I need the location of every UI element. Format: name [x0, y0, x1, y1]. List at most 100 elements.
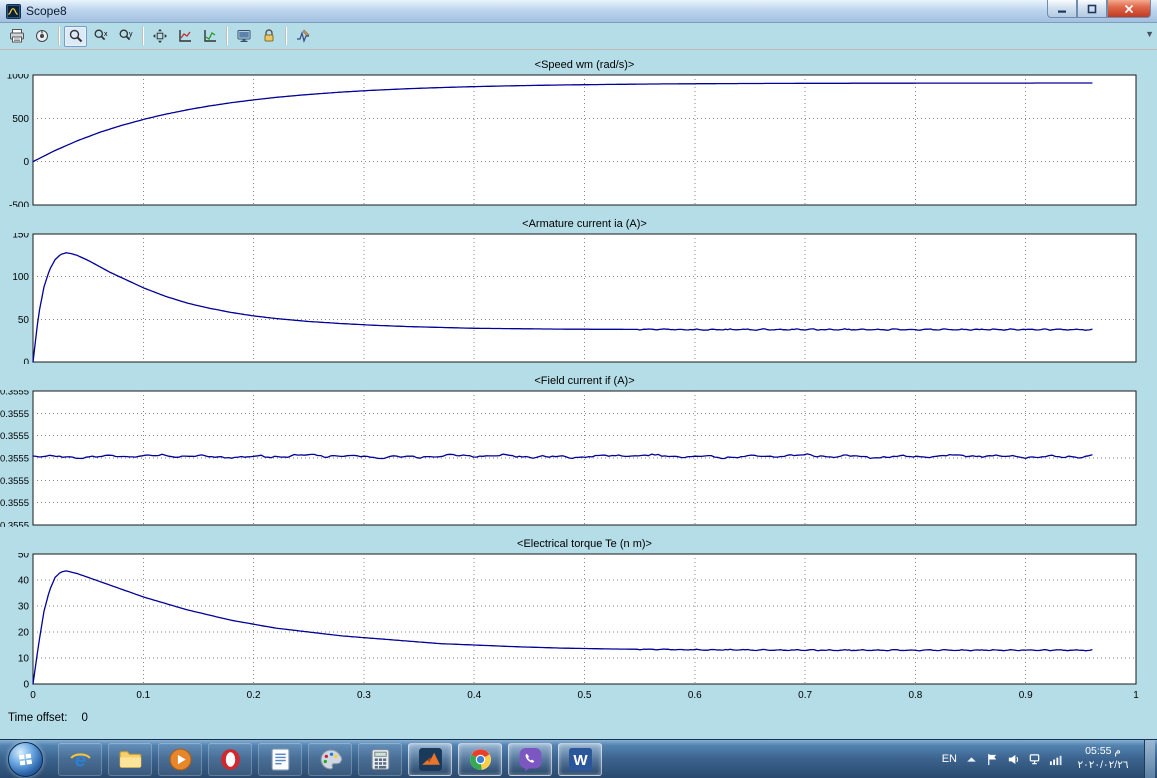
taskbar-item-calculator[interactable] [358, 742, 402, 776]
chrome-icon [468, 747, 493, 772]
plot-canvas[interactable]: 150 100 50 0 [0, 233, 1157, 364]
network-icon[interactable] [1049, 753, 1062, 766]
time-offset-row: Time offset: 0 [8, 712, 1157, 724]
matlab-icon [418, 747, 443, 772]
taskbar-item-viber[interactable] [508, 742, 552, 776]
internet-explorer-icon: e [68, 747, 93, 772]
restore-axes-icon [202, 28, 218, 44]
x-tick-label: 0.8 [908, 690, 922, 701]
svg-text:y: y [129, 31, 133, 38]
x-tick-label: 0.7 [798, 690, 812, 701]
maximize-button[interactable] [1077, 0, 1107, 18]
y-tick-label: 500 [12, 114, 29, 125]
y-tick-label: 0.3555 [0, 521, 29, 528]
svg-text:W: W [573, 752, 588, 769]
taskbar-item-internet-explorer[interactable]: e [58, 742, 102, 776]
zoom-x-icon: x [93, 28, 109, 44]
paint-icon [318, 747, 343, 772]
taskbar-item-media-player[interactable] [158, 742, 202, 776]
zoom-icon [68, 28, 84, 44]
media-player-icon [168, 747, 193, 772]
y-tick-label: 0.3555 [0, 498, 29, 509]
toolbar-separator [285, 27, 286, 45]
system-tray: EN 05:55 م ٢٠٢٠/٠٢/٢٦ [942, 740, 1157, 778]
y-tick-label: 100 [12, 272, 29, 283]
toolbar-zoom-y-button[interactable]: y [114, 26, 137, 47]
close-button[interactable] [1107, 0, 1151, 18]
zoom-y-icon: y [118, 28, 134, 44]
toolbar-zoom-button[interactable] [64, 25, 87, 47]
display-icon[interactable] [1028, 753, 1041, 766]
y-tick-label: 0 [23, 157, 29, 168]
floating-scope-icon [236, 28, 252, 44]
chart-1: <Speed wm (rad/s)> 1000 500 0 -500 [0, 56, 1157, 207]
taskbar-item-chrome[interactable] [458, 742, 502, 776]
y-tick-label: 0.3555 [0, 409, 29, 420]
tray-expand-icon[interactable] [965, 753, 978, 766]
svg-text:x: x [104, 31, 108, 38]
folder-icon [118, 747, 143, 772]
y-tick-label: 150 [12, 233, 29, 241]
show-desktop-button[interactable] [1144, 740, 1155, 778]
autoscale-icon [152, 28, 168, 44]
language-indicator[interactable]: EN [942, 753, 957, 765]
print-icon [9, 28, 25, 44]
x-tick-label: 0.2 [247, 690, 261, 701]
plot-canvas[interactable]: 0.3555 0.3555 0.3555 0.3555 0.3555 0.3555 0.35… [0, 390, 1157, 527]
window-title: Scope8 [26, 4, 67, 18]
y-tick-label: 50 [18, 315, 30, 326]
y-tick-label: 0 [23, 680, 29, 691]
plot-canvas[interactable]: 1000 500 0 -500 [0, 74, 1157, 207]
taskbar-item-wordpad[interactable] [258, 742, 302, 776]
toolbar: x y ▼ [0, 23, 1157, 50]
y-tick-label: 0.3555 [0, 431, 29, 442]
y-tick-label: 1000 [7, 74, 30, 82]
taskbar-item-folder[interactable] [108, 742, 152, 776]
x-tick-label: 0.6 [688, 690, 702, 701]
lock-axes-icon [261, 28, 277, 44]
y-tick-label: 20 [18, 628, 30, 639]
taskbar-item-word[interactable]: W [558, 742, 602, 776]
plot-canvas[interactable]: 50 40 30 20 10 00 0.1 0.2 0.3 0.4 0.5 0.6 0.7 0.8 0.9 1 [0, 553, 1157, 703]
toolbar-autoscale-button[interactable] [148, 26, 171, 47]
x-tick-label: 1 [1133, 690, 1139, 701]
taskbar-item-opera[interactable] [208, 742, 252, 776]
titlebar[interactable]: Scope8 [0, 0, 1157, 23]
y-tick-label: 30 [18, 602, 30, 613]
calculator-icon [368, 747, 393, 772]
taskbar-item-matlab[interactable] [408, 742, 452, 776]
start-button[interactable] [8, 741, 43, 777]
clock[interactable]: 05:55 م ٢٠٢٠/٠٢/٢٦ [1070, 745, 1136, 772]
taskbar-item-paint[interactable] [308, 742, 352, 776]
toolbar-signal-selection-button[interactable] [291, 26, 314, 47]
x-tick-label: 0.1 [136, 690, 150, 701]
scope-plot-area: <Speed wm (rad/s)> 1000 500 0 -500 <Armature … [0, 50, 1157, 739]
x-tick-label: 0.9 [1019, 690, 1033, 701]
toolbar-separator [142, 27, 143, 45]
toolbar-overflow-chevron[interactable]: ▼ [1145, 30, 1154, 39]
y-tick-label: 0 [23, 358, 29, 365]
windows-logo-icon [16, 750, 35, 769]
clock-date: ٢٠٢٠/٠٢/٢٦ [1077, 759, 1129, 771]
toolbar-lock-axes-button[interactable] [257, 26, 280, 47]
volume-icon[interactable] [1007, 753, 1020, 766]
y-tick-label: -500 [9, 201, 29, 208]
toolbar-restore-axes-button[interactable] [198, 26, 221, 47]
toolbar-parameters-button[interactable] [30, 26, 53, 47]
wordpad-icon [268, 747, 293, 772]
y-tick-label: 0.3555 [0, 476, 29, 487]
chart-2: <Armature current ia (A)> 150 100 50 0 [0, 215, 1157, 364]
time-offset-label: Time offset: [8, 712, 68, 724]
action-center-icon[interactable] [986, 753, 999, 766]
toolbar-separator [58, 27, 59, 45]
toolbar-floating-scope-button[interactable] [232, 26, 255, 47]
toolbar-separator [226, 27, 227, 45]
viber-icon [518, 747, 543, 772]
toolbar-print-button[interactable] [5, 26, 28, 47]
chart-title: <Speed wm (rad/s)> [534, 59, 635, 71]
word-icon: W [568, 747, 593, 772]
toolbar-zoom-x-button[interactable]: x [89, 26, 112, 47]
minimize-button[interactable] [1047, 0, 1077, 18]
y-tick-label: 10 [18, 654, 30, 665]
toolbar-save-axes-button[interactable] [173, 26, 196, 47]
